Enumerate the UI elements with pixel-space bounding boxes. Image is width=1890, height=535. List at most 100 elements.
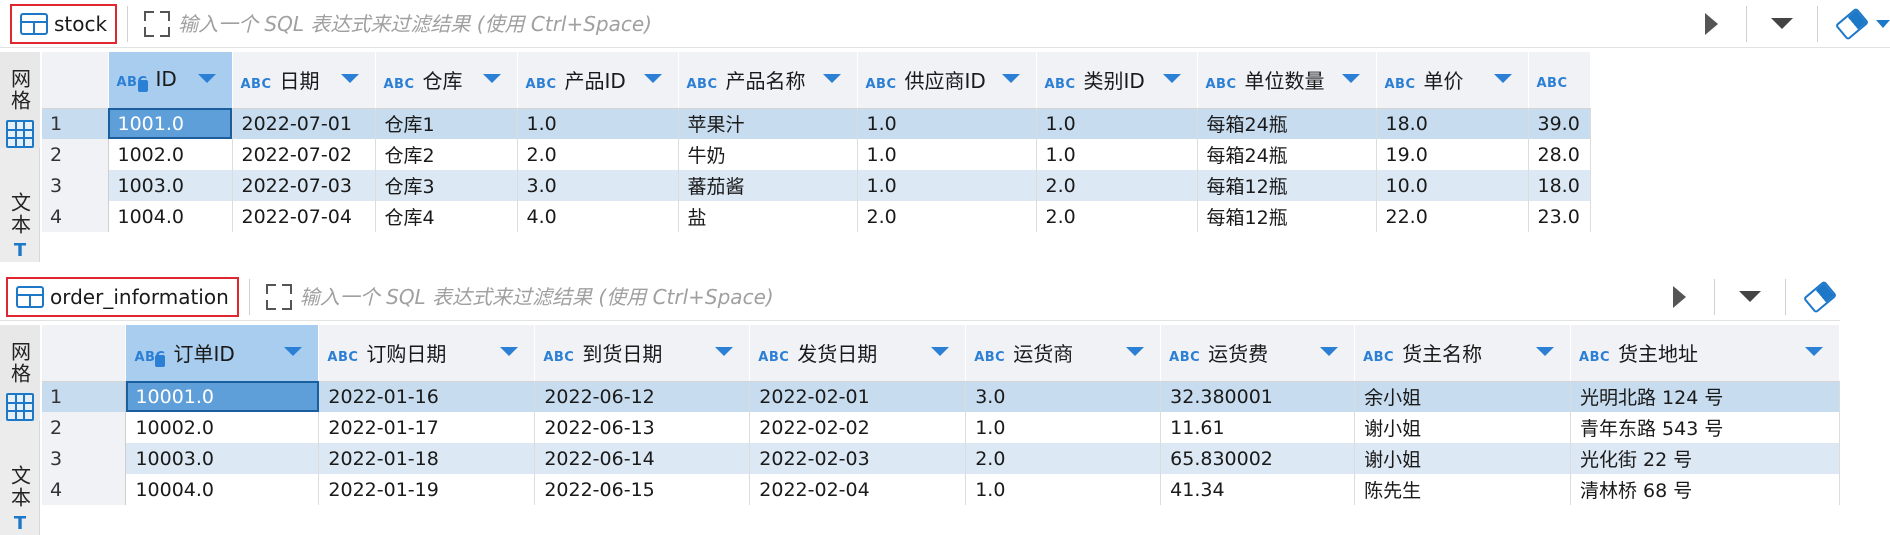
tab-grid[interactable]: 网格 [0, 325, 40, 421]
chevron-down-icon[interactable] [1001, 74, 1020, 83]
table-cell[interactable]: 39.0 [1528, 108, 1591, 139]
table-cell[interactable]: 陈先生 [1354, 474, 1572, 505]
chevron-down-icon[interactable] [482, 74, 501, 83]
table-cell[interactable]: 牛奶 [678, 139, 858, 170]
table-cell[interactable]: 2022-02-03 [749, 443, 967, 474]
table-cell[interactable]: 苹果汁 [678, 108, 858, 139]
table-cell[interactable]: 2022-01-16 [318, 381, 536, 412]
table-cell[interactable]: 3.0 [965, 381, 1162, 412]
chevron-down-icon[interactable] [1805, 347, 1823, 356]
table-cell[interactable]: 2022-07-03 [232, 170, 376, 201]
chevron-down-icon[interactable] [1876, 19, 1890, 28]
table-cell[interactable]: 1.0 [857, 170, 1037, 201]
column-header[interactable]: ABC 单价 [1376, 52, 1529, 109]
column-header[interactable]: ABC 发货日期 [749, 325, 967, 382]
table-cell[interactable]: 2.0 [857, 201, 1037, 232]
chevron-down-icon[interactable] [822, 74, 841, 83]
column-header[interactable]: ABC 货主地址 [1570, 325, 1840, 382]
chevron-down-icon[interactable] [340, 74, 359, 83]
column-header[interactable]: ABC 供应商ID [857, 52, 1037, 109]
eraser-icon[interactable] [1802, 279, 1838, 314]
chevron-down-icon[interactable] [284, 347, 303, 356]
chevron-down-icon[interactable] [715, 347, 734, 356]
table-cell[interactable]: 1.0 [1036, 139, 1198, 170]
chevron-down-icon[interactable] [931, 347, 950, 356]
table-cell[interactable]: 1003.0 [108, 170, 233, 201]
table-cell[interactable]: 2022-02-01 [749, 381, 967, 412]
expand-icon[interactable] [265, 283, 292, 310]
table-cell[interactable]: 23.0 [1528, 201, 1591, 232]
column-header[interactable]: ABC 运货费 [1160, 325, 1356, 382]
table-cell[interactable]: 1004.0 [108, 201, 233, 232]
table-row[interactable]: 4 1004.0 2022-07-04 仓库4 4.0 盐 2.0 2.0 每箱… [42, 201, 1591, 232]
column-header[interactable]: ABC [1528, 52, 1591, 109]
column-header[interactable]: ABC 订购日期 [318, 325, 536, 382]
table-cell[interactable]: 19.0 [1376, 139, 1529, 170]
table-cell[interactable]: 蕃茄酱 [678, 170, 858, 201]
row-number[interactable]: 2 [42, 139, 109, 170]
table-cell[interactable]: 谢小姐 [1354, 443, 1572, 474]
table-row[interactable]: 1 1001.0 2022-07-01 仓库1 1.0 苹果汁 1.0 1.0 … [42, 108, 1591, 139]
table-row[interactable]: 1 10001.0 2022-01-16 2022-06-12 2022-02-… [42, 381, 1840, 412]
table-cell[interactable]: 10001.0 [125, 381, 320, 412]
column-header[interactable]: ABC 运货商 [965, 325, 1162, 382]
table-cell[interactable]: 2022-07-01 [232, 108, 376, 139]
apply-filter-icon[interactable] [1673, 285, 1686, 308]
row-number[interactable]: 3 [42, 443, 127, 474]
column-header[interactable]: ABC 仓库 [375, 52, 518, 109]
column-header[interactable]: ABC ID [108, 52, 233, 109]
table-cell[interactable]: 青年东路 543 号 [1570, 412, 1840, 443]
table-cell[interactable]: 谢小姐 [1354, 412, 1572, 443]
chevron-down-icon[interactable] [1126, 347, 1145, 356]
table-cell[interactable]: 1002.0 [108, 139, 233, 170]
table-cell[interactable]: 每箱24瓶 [1197, 108, 1377, 139]
column-header[interactable]: ABC 单位数量 [1197, 52, 1377, 109]
chevron-down-icon[interactable] [643, 74, 662, 83]
table-cell[interactable]: 18.0 [1376, 108, 1529, 139]
table-cell[interactable]: 每箱12瓶 [1197, 170, 1377, 201]
column-header[interactable]: ABC 日期 [232, 52, 376, 109]
table-cell[interactable]: 32.380001 [1160, 381, 1356, 412]
chevron-down-icon[interactable] [1341, 74, 1360, 83]
column-header[interactable]: ABC 产品名称 [678, 52, 858, 109]
table-cell[interactable]: 1.0 [857, 139, 1037, 170]
table-cell[interactable]: 2022-01-19 [318, 474, 536, 505]
table-cell[interactable]: 18.0 [1528, 170, 1591, 201]
chevron-down-icon[interactable] [500, 347, 519, 356]
expand-icon[interactable] [144, 10, 171, 37]
column-header[interactable]: ABC 产品ID [517, 52, 679, 109]
table-cell[interactable]: 2022-01-18 [318, 443, 536, 474]
table-cell[interactable]: 28.0 [1528, 139, 1591, 170]
table-cell[interactable]: 3.0 [517, 170, 679, 201]
table-cell[interactable]: 10004.0 [125, 474, 320, 505]
table-cell[interactable]: 余小姐 [1354, 381, 1572, 412]
column-header[interactable]: ABC 订单ID [125, 325, 320, 382]
column-header[interactable]: ABC 到货日期 [534, 325, 751, 382]
chevron-down-icon[interactable] [1493, 74, 1512, 83]
table-cell[interactable]: 10.0 [1376, 170, 1529, 201]
table-cell[interactable]: 1001.0 [108, 108, 233, 139]
column-header[interactable]: ABC 类别ID [1036, 52, 1198, 109]
table-cell[interactable]: 2.0 [965, 443, 1162, 474]
table-cell[interactable]: 2022-06-14 [534, 443, 751, 474]
table-cell[interactable]: 22.0 [1376, 201, 1529, 232]
table-cell[interactable]: 每箱24瓶 [1197, 139, 1377, 170]
table-cell[interactable]: 2022-07-04 [232, 201, 376, 232]
table-cell[interactable]: 1.0 [857, 108, 1037, 139]
table-cell[interactable]: 仓库4 [375, 201, 518, 232]
row-number[interactable]: 3 [42, 170, 109, 201]
table-cell[interactable]: 2022-01-17 [318, 412, 536, 443]
table-row[interactable]: 2 1002.0 2022-07-02 仓库2 2.0 牛奶 1.0 1.0 每… [42, 139, 1591, 170]
table-cell[interactable]: 65.830002 [1160, 443, 1356, 474]
filter-input[interactable] [299, 276, 1655, 317]
table-cell[interactable]: 仓库2 [375, 139, 518, 170]
table-cell[interactable]: 2022-06-13 [534, 412, 751, 443]
table-row[interactable]: 3 1003.0 2022-07-03 仓库3 3.0 蕃茄酱 1.0 2.0 … [42, 170, 1591, 201]
table-cell[interactable]: 1.0 [517, 108, 679, 139]
filter-history-dropdown-icon[interactable] [1739, 291, 1761, 302]
table-cell[interactable]: 2.0 [517, 139, 679, 170]
table-cell[interactable]: 2022-02-02 [749, 412, 967, 443]
filter-history-dropdown-icon[interactable] [1771, 18, 1793, 29]
table-cell[interactable]: 1.0 [1036, 108, 1198, 139]
table-cell[interactable]: 每箱12瓶 [1197, 201, 1377, 232]
